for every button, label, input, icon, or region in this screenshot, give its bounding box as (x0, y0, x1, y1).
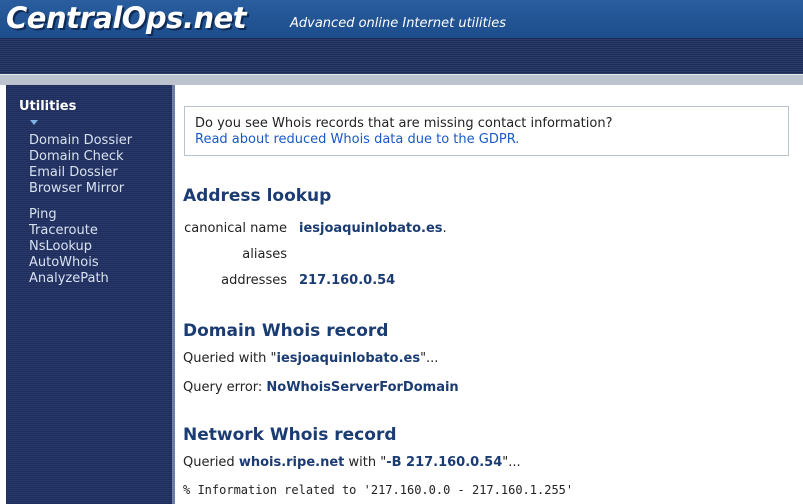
queried-prefix: Queried with " (183, 351, 277, 366)
canonical-name-suffix: . (442, 221, 447, 236)
nav-item-domain-dossier[interactable]: Domain Dossier (29, 133, 132, 149)
network-whois-title: Network Whois record (183, 425, 397, 445)
queried-domain: iesjoaquinlobato.es (276, 351, 421, 366)
canonical-name-value: iesjoaquinlobato.es. (299, 221, 447, 236)
query-error-value: NoWhoisServerForDomain (266, 380, 459, 395)
whois-server: whois.ripe.net (238, 455, 345, 470)
gdpr-notice: Do you see Whois records that are missin… (184, 106, 789, 156)
address-lookup-title: Address lookup (183, 186, 332, 206)
gdpr-link[interactable]: Read about reduced Whois data due to the… (195, 132, 519, 147)
gdpr-question: Do you see Whois records that are missin… (195, 116, 613, 131)
aliases-label: aliases (242, 247, 287, 262)
whois-args: -B 217.160.0.54 (386, 455, 503, 470)
nav-item-browser-mirror[interactable]: Browser Mirror (29, 181, 132, 197)
nav-item-traceroute[interactable]: Traceroute (29, 223, 109, 239)
network-whois-queried: Queried whois.ripe.net with "-B 217.160.… (183, 455, 521, 470)
domain-whois-error: Query error: NoWhoisServerForDomain (183, 380, 459, 395)
canonical-name-label: canonical name (184, 221, 287, 236)
nav-item-ping[interactable]: Ping (29, 207, 109, 223)
addresses-value: 217.160.0.54 (299, 273, 396, 288)
nav-group-domain-tools: Domain Dossier Domain Check Email Dossie… (29, 133, 132, 197)
network-with-text: with " (344, 455, 387, 470)
site-logo[interactable]: CentralOps.net (6, 1, 247, 35)
nav-item-autowhois[interactable]: AutoWhois (29, 255, 109, 271)
queried-suffix: "... (420, 351, 439, 366)
nav-group-network-tools: Ping Traceroute NsLookup AutoWhois Analy… (29, 207, 109, 287)
header-separator (0, 74, 803, 85)
nav-item-analyzepath[interactable]: AnalyzePath (29, 271, 109, 287)
addresses-label: addresses (221, 273, 287, 288)
canonical-name-link[interactable]: iesjoaquinlobato.es (299, 221, 443, 236)
nav-item-nslookup[interactable]: NsLookup (29, 239, 109, 255)
whois-info-line: % Information related to '217.160.0.0 - … (183, 483, 574, 497)
network-queried-suffix: "... (502, 455, 521, 470)
sidebar: Utilities Domain Dossier Domain Check Em… (6, 85, 172, 504)
query-error-label: Query error: (183, 380, 267, 395)
header-stripe (0, 38, 803, 74)
domain-whois-queried: Queried with "iesjoaquinlobato.es"... (183, 351, 438, 366)
nav-item-domain-check[interactable]: Domain Check (29, 149, 132, 165)
chevron-down-icon (30, 120, 38, 125)
domain-whois-title: Domain Whois record (183, 321, 389, 341)
sidebar-title: Utilities (19, 99, 77, 114)
main-content: Do you see Whois records that are missin… (172, 85, 803, 504)
network-queried-prefix: Queried (183, 455, 239, 470)
site-header: CentralOps.net Advanced online Internet … (0, 0, 803, 38)
nav-item-email-dossier[interactable]: Email Dossier (29, 165, 132, 181)
site-tagline: Advanced online Internet utilities (290, 16, 506, 31)
